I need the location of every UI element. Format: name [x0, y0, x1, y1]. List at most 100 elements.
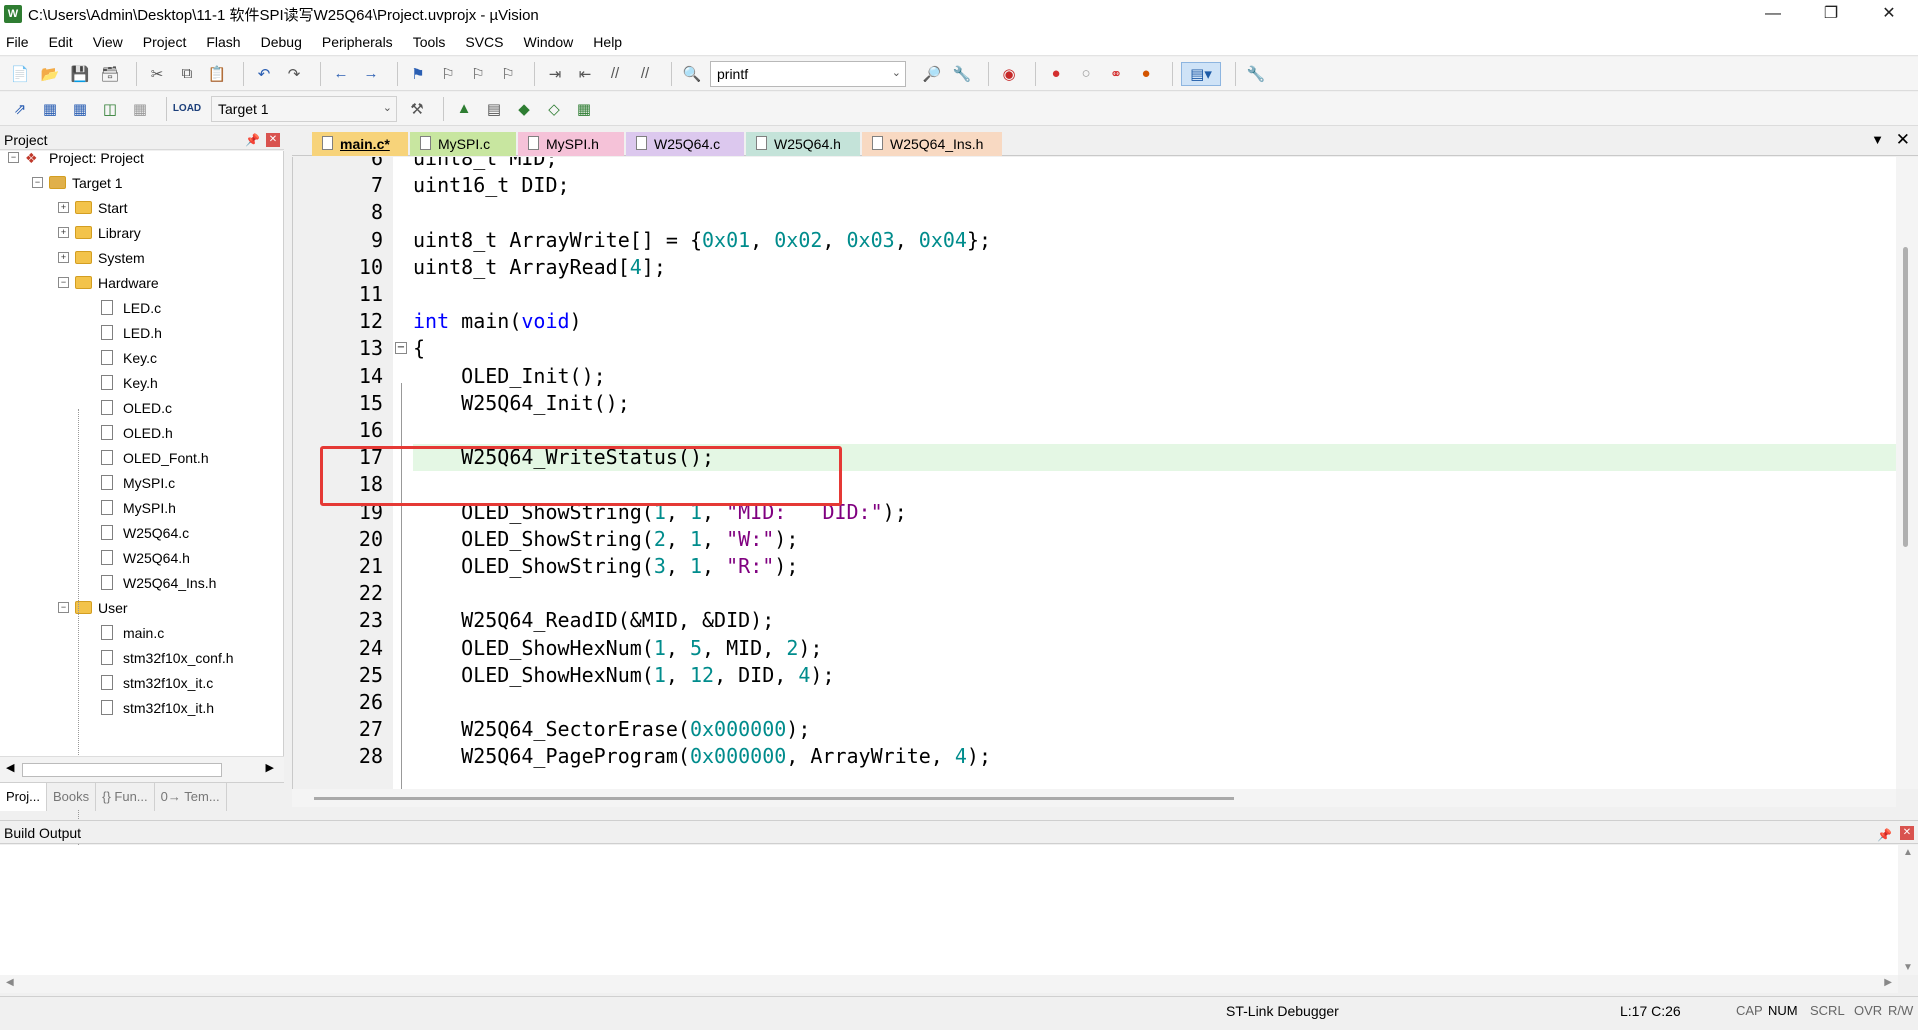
- tab-w25q64-h[interactable]: W25Q64.h: [746, 132, 860, 156]
- tree-item-library[interactable]: + Library: [58, 220, 141, 245]
- collapse-icon[interactable]: −: [8, 152, 19, 163]
- collapse-icon[interactable]: −: [58, 602, 69, 613]
- tree-item-key-h[interactable]: Key.h: [84, 370, 158, 395]
- scroll-left-icon[interactable]: ◀: [6, 977, 14, 988]
- menu-flash[interactable]: Flash: [206, 34, 240, 50]
- tree-item-led-c[interactable]: LED.c: [84, 295, 161, 320]
- navigate-back-icon[interactable]: ←: [329, 62, 353, 86]
- tab-functions[interactable]: {} Fun...: [96, 783, 155, 811]
- tree-item-stm32f10x-conf-h[interactable]: stm32f10x_conf.h: [84, 645, 234, 670]
- incremental-find-icon[interactable]: 🔧: [950, 62, 974, 86]
- scroll-down-icon[interactable]: ▼: [1903, 962, 1913, 973]
- tab-templates[interactable]: 0→ Tem...: [155, 783, 227, 811]
- find-in-files-icon[interactable]: 🔍: [680, 62, 704, 86]
- editor-hscrollbar[interactable]: [292, 789, 1896, 807]
- tree-item-myspi-c[interactable]: MySPI.c: [84, 470, 175, 495]
- manage-project-items-icon[interactable]: ▲: [452, 97, 476, 121]
- target-options-icon[interactable]: ⚒: [405, 97, 429, 121]
- scroll-thumb[interactable]: [1903, 247, 1908, 547]
- tab-project[interactable]: Proj...: [0, 783, 47, 811]
- redo-icon[interactable]: ↷: [282, 62, 306, 86]
- pin-icon[interactable]: 📌: [1877, 823, 1892, 847]
- close-icon[interactable]: ✕: [1900, 826, 1914, 840]
- pin-icon[interactable]: 📌: [245, 130, 260, 150]
- menu-window[interactable]: Window: [524, 34, 574, 50]
- paste-icon[interactable]: 📋: [205, 62, 229, 86]
- fold-collapse-icon[interactable]: −: [395, 342, 407, 355]
- tab-list-icon[interactable]: ▼: [1871, 132, 1884, 147]
- tree-item-w25q64-ins-h[interactable]: W25Q64_Ins.h: [84, 570, 216, 595]
- tree-item-system[interactable]: + System: [58, 245, 145, 270]
- bookmark-icon[interactable]: ⚑: [406, 62, 430, 86]
- tree-item-user[interactable]: − User: [58, 595, 128, 620]
- build-output-hscrollbar[interactable]: ◀ ▶: [0, 975, 1898, 993]
- expand-icon[interactable]: +: [58, 202, 69, 213]
- tab-w25q64-ins-h[interactable]: W25Q64_Ins.h: [862, 132, 1002, 156]
- batch-build-icon[interactable]: ◫: [98, 97, 122, 121]
- tree-item-oled-h[interactable]: OLED.h: [84, 420, 173, 445]
- tree-item-stm32f10x-it-h[interactable]: stm32f10x_it.h: [84, 695, 214, 720]
- tab-w25q64-c[interactable]: W25Q64.c: [626, 132, 744, 156]
- menu-file[interactable]: File: [6, 34, 29, 50]
- chevron-down-icon[interactable]: ⌄: [383, 101, 392, 114]
- stop-build-icon[interactable]: ▦: [128, 97, 152, 121]
- tab-myspi-c[interactable]: MySPI.c: [410, 132, 516, 156]
- build-output-text[interactable]: [0, 845, 1918, 975]
- menu-debug[interactable]: Debug: [261, 34, 302, 50]
- kill-all-breakpoints-icon[interactable]: ●: [1134, 62, 1158, 86]
- build-icon[interactable]: ▦: [38, 97, 62, 121]
- save-all-icon[interactable]: 🗃: [98, 62, 122, 86]
- scroll-right-icon[interactable]: ▶: [266, 761, 274, 774]
- next-bookmark-icon[interactable]: ⚐: [466, 62, 490, 86]
- tab-books[interactable]: Books: [47, 783, 97, 811]
- scroll-left-icon[interactable]: ◀: [6, 761, 14, 774]
- cut-icon[interactable]: ✂: [145, 62, 169, 86]
- minimize-icon[interactable]: —: [1744, 0, 1802, 28]
- scroll-thumb[interactable]: [314, 797, 1234, 800]
- editor-vscrollbar[interactable]: [1896, 157, 1918, 789]
- tree-item-myspi-h[interactable]: MySPI.h: [84, 495, 176, 520]
- prev-bookmark-icon[interactable]: ⚐: [436, 62, 460, 86]
- tree-item-led-h[interactable]: LED.h: [84, 320, 162, 345]
- pack-installer-icon[interactable]: ◆: [512, 97, 536, 121]
- expand-icon[interactable]: +: [58, 252, 69, 263]
- tab-myspi-h[interactable]: MySPI.h: [518, 132, 624, 156]
- indent-icon[interactable]: ⇥: [543, 62, 567, 86]
- run-time-environment-icon[interactable]: ◇: [542, 97, 566, 121]
- comment-icon[interactable]: //: [603, 62, 627, 86]
- chevron-down-icon[interactable]: ⌄: [892, 66, 901, 79]
- menu-tools[interactable]: Tools: [413, 34, 446, 50]
- menu-edit[interactable]: Edit: [49, 34, 73, 50]
- breakpoint-icon[interactable]: ●: [1044, 62, 1068, 86]
- menu-help[interactable]: Help: [593, 34, 622, 50]
- open-folder-icon[interactable]: 📂: [38, 62, 62, 86]
- select-software-packs-icon[interactable]: ▤: [482, 97, 506, 121]
- project-hscrollbar[interactable]: ◀ ▶: [0, 756, 284, 782]
- scroll-right-icon[interactable]: ▶: [1884, 977, 1892, 988]
- scroll-up-icon[interactable]: ▲: [1903, 847, 1913, 858]
- tree-item-hardware[interactable]: − Hardware: [58, 270, 159, 295]
- close-icon[interactable]: ✕: [1896, 130, 1910, 150]
- tree-item-w25q64-h[interactable]: W25Q64.h: [84, 545, 190, 570]
- close-icon[interactable]: ✕: [1860, 0, 1918, 28]
- manage-components-icon[interactable]: ▦: [572, 97, 596, 121]
- tree-item-target-1[interactable]: − Target 1: [32, 170, 123, 195]
- save-icon[interactable]: 💾: [68, 62, 92, 86]
- target-select[interactable]: Target 1 ⌄: [211, 95, 397, 122]
- tab-main-c-[interactable]: main.c*: [312, 132, 408, 156]
- window-layout-icon[interactable]: ▤▾: [1181, 61, 1221, 86]
- tree-item-main-c[interactable]: main.c: [84, 620, 164, 645]
- disable-all-breakpoints-icon[interactable]: ⚭: [1104, 62, 1128, 86]
- close-icon[interactable]: ✕: [266, 133, 280, 147]
- unindent-icon[interactable]: ⇤: [573, 62, 597, 86]
- tree-item-oled-c[interactable]: OLED.c: [84, 395, 172, 420]
- find-icon[interactable]: 🔎: [920, 62, 944, 86]
- new-file-icon[interactable]: 📄: [8, 62, 32, 86]
- download-load-icon[interactable]: LOAD: [173, 97, 201, 121]
- copy-icon[interactable]: ⧉: [175, 62, 199, 86]
- configure-icon[interactable]: 🔧: [1244, 62, 1268, 86]
- tree-item-start[interactable]: + Start: [58, 195, 128, 220]
- tree-item-stm32f10x-it-c[interactable]: stm32f10x_it.c: [84, 670, 213, 695]
- start-debug-icon[interactable]: ◉: [997, 62, 1021, 86]
- tree-item-key-c[interactable]: Key.c: [84, 345, 157, 370]
